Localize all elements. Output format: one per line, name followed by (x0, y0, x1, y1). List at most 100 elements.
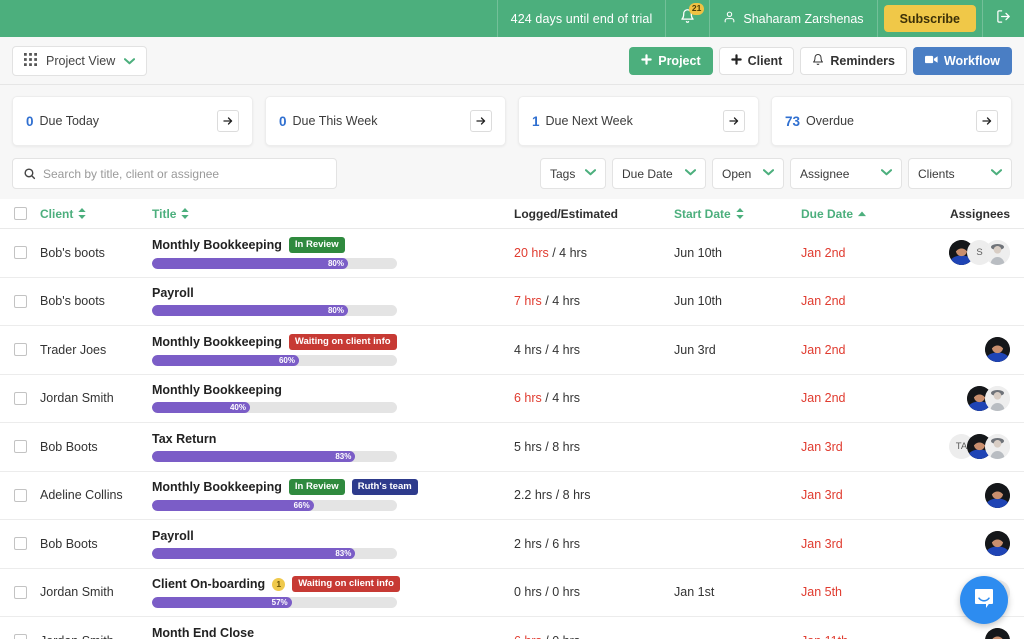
cell-client: Jordan Smith (40, 583, 152, 601)
project-tag[interactable]: Ruth's team (351, 479, 418, 496)
filter-assignee[interactable]: Assignee (790, 158, 902, 189)
stat-label: Due This Week (292, 114, 378, 128)
table-row[interactable]: Bob Boots Tax Return 83% 5 hrs / 8 hrs Jan 3… (0, 423, 1024, 472)
progress-bar: 83% (152, 450, 397, 462)
filter-tags[interactable]: Tags (540, 158, 606, 189)
table-row[interactable]: Jordan Smith Monthly Bookkeeping 40% 6 hrs … (0, 374, 1024, 423)
subtask-count-badge: 1 (272, 577, 286, 591)
table-row[interactable]: Jordan Smith Month End Close100%6 hrs / 0… (0, 617, 1024, 639)
client-name: Bob's boots (40, 294, 105, 309)
project-tag[interactable]: In Review (288, 236, 345, 253)
project-title[interactable]: Client On-boarding (152, 577, 265, 591)
progress-bar-fill: 40% (152, 402, 250, 414)
filter-label: Clients (918, 166, 955, 181)
sort-icon (736, 208, 744, 219)
row-checkbox[interactable] (14, 634, 27, 639)
arrow-right-icon[interactable] (217, 110, 239, 132)
project-title[interactable]: Payroll (152, 286, 194, 300)
chevron-down-icon (990, 168, 1003, 179)
new-project-button[interactable]: Project (629, 46, 713, 75)
project-title[interactable]: Monthly Bookkeeping (152, 335, 282, 349)
avatar[interactable] (985, 628, 1010, 639)
row-checkbox[interactable] (14, 440, 27, 454)
estimated-hours: / 8 hrs (555, 488, 591, 503)
client-name: Jordan Smith (40, 391, 114, 406)
chevron-down-icon (584, 168, 597, 179)
arrow-right-icon[interactable] (470, 110, 492, 132)
estimated-hours: / 4 hrs (545, 342, 581, 357)
arrow-right-icon[interactable] (976, 110, 998, 132)
stat-card[interactable]: 0 Due This Week (265, 96, 506, 146)
table-row[interactable]: Bob's boots Monthly Bookkeeping In Review 8… (0, 229, 1024, 278)
workflow-button[interactable]: Workflow (912, 46, 1012, 75)
avatar[interactable] (985, 531, 1010, 557)
table-row[interactable]: Bob's boots Payroll 80% 7 hrs / 4 hrs Jun 10… (0, 277, 1024, 326)
row-checkbox[interactable] (14, 246, 27, 260)
subscribe-button[interactable]: Subscribe (883, 5, 976, 32)
filter-open[interactable]: Open (712, 158, 784, 189)
project-view-selector[interactable]: Project View (12, 45, 148, 76)
project-title[interactable]: Monthly Bookkeeping (152, 480, 282, 494)
table-row[interactable]: Jordan Smith Client On-boarding 1 Waiting o… (0, 568, 1024, 617)
cell-client: Jordan Smith (40, 632, 152, 639)
column-header-title[interactable]: Title (152, 207, 514, 221)
stat-card[interactable]: 0 Due Today (12, 96, 253, 146)
row-checkbox[interactable] (14, 488, 27, 502)
arrow-right-icon[interactable] (723, 110, 745, 132)
avatar[interactable] (985, 385, 1010, 411)
filter-label: Assignee (800, 166, 850, 181)
action-toolbar: Project View Project Client Reminders Wo… (0, 37, 1024, 85)
notifications-button[interactable]: 21 (666, 0, 709, 37)
row-checkbox[interactable] (14, 343, 27, 357)
column-header-due-date[interactable]: Due Date (801, 207, 941, 221)
new-client-button[interactable]: Client (718, 46, 795, 75)
project-tag[interactable]: Waiting on client info (288, 333, 397, 350)
table-row[interactable]: Bob Boots Payroll 83% 2 hrs / 6 hrs Jan 3rd (0, 520, 1024, 569)
project-title[interactable]: Tax Return (152, 432, 216, 446)
cell-logged-estimated: 6 hrs / 4 hrs (514, 391, 674, 405)
progress-label: 80% (327, 258, 344, 268)
chevron-down-icon (684, 168, 697, 179)
user-account-menu[interactable]: Shaharam Zarshenas (710, 0, 876, 37)
row-checkbox[interactable] (14, 537, 27, 551)
column-header-client[interactable]: Client (40, 207, 152, 221)
select-all-checkbox[interactable] (14, 207, 27, 220)
sort-ascending-icon (858, 211, 867, 217)
search-input[interactable] (43, 166, 336, 181)
stat-card[interactable]: 1 Due Next Week (518, 96, 759, 146)
project-title[interactable]: Month End Close (152, 626, 254, 639)
table-row[interactable]: Adeline Collins Monthly Bookkeeping In Rev… (0, 471, 1024, 520)
logout-button[interactable] (983, 0, 1024, 37)
search-box[interactable] (12, 158, 337, 189)
cell-title: Monthly Bookkeeping In Review 80% (152, 236, 514, 269)
filter-clients[interactable]: Clients (908, 158, 1012, 189)
row-checkbox[interactable] (14, 391, 27, 405)
column-header-start-date[interactable]: Start Date (674, 207, 801, 221)
cell-client: Bob's boots (40, 244, 152, 262)
reminders-button[interactable]: Reminders (800, 46, 907, 75)
filter-due-date[interactable]: Due Date (612, 158, 706, 189)
avatar[interactable] (985, 337, 1010, 363)
cell-due-date: Jan 11th (801, 632, 941, 639)
project-title[interactable]: Monthly Bookkeeping (152, 383, 282, 397)
stat-card[interactable]: 73 Overdue (771, 96, 1012, 146)
user-icon (723, 10, 736, 27)
column-header-due-date-label: Due Date (801, 206, 854, 221)
avatar[interactable] (985, 240, 1010, 266)
avatar[interactable] (985, 482, 1010, 508)
due-date: Jan 5th (801, 585, 843, 600)
avatar[interactable] (985, 434, 1010, 460)
table-row[interactable]: Trader Joes Monthly Bookkeeping Waiting on… (0, 326, 1024, 375)
due-date: Jan 2nd (801, 342, 846, 357)
cell-logged-estimated: 6 hrs / 0 hrs (514, 634, 674, 639)
row-checkbox[interactable] (14, 585, 27, 599)
project-title[interactable]: Monthly Bookkeeping (152, 238, 282, 252)
project-tag[interactable]: Waiting on client info (292, 576, 400, 593)
project-title[interactable]: Payroll (152, 529, 194, 543)
row-checkbox[interactable] (14, 294, 27, 308)
chat-launcher-button[interactable] (960, 576, 1008, 624)
due-date: Jan 11th (801, 634, 848, 639)
estimated-hours: / 4 hrs (552, 245, 587, 260)
project-tag[interactable]: In Review (288, 479, 345, 496)
select-all-cell (14, 207, 40, 220)
